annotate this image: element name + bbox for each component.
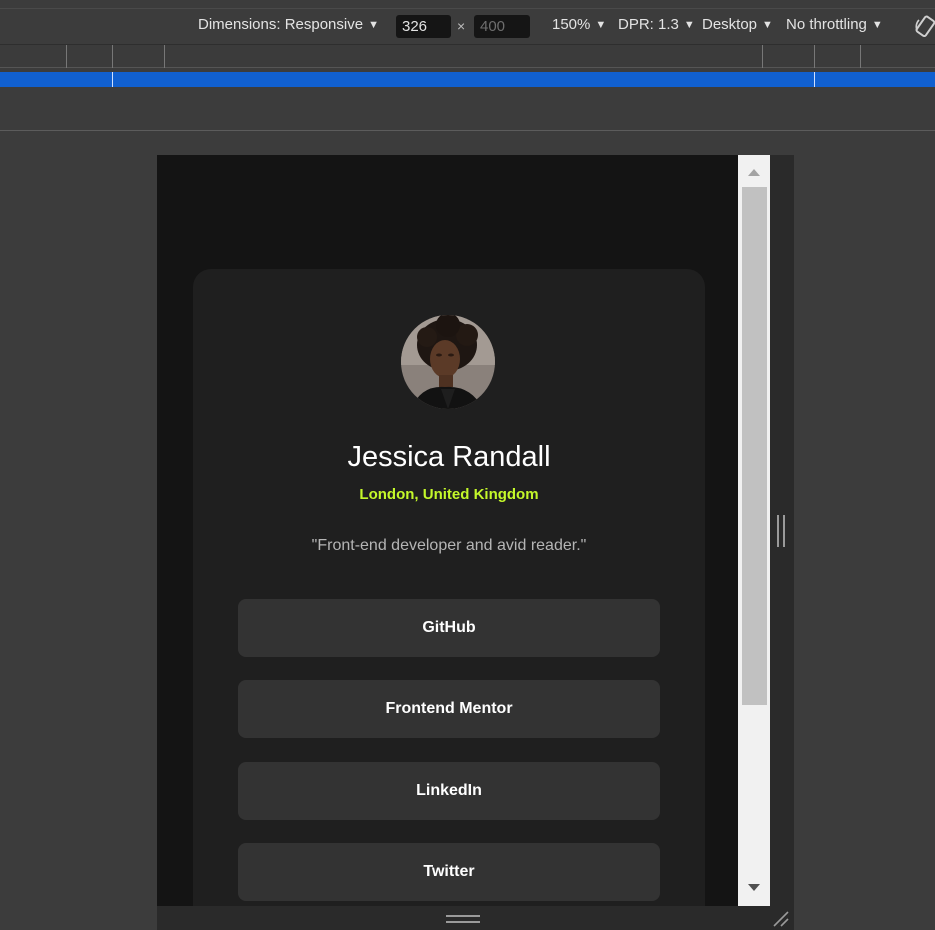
scrollbar-thumb[interactable] [742, 187, 767, 705]
media-query-divider [112, 45, 113, 68]
grip-icon [446, 915, 480, 923]
avatar-photo-icon [401, 315, 495, 409]
device-toolbar: Dimensions: Responsive ▼ 326 × 400 150% ▼ … [0, 0, 935, 44]
device-type-label: Desktop [702, 16, 758, 33]
vertical-scrollbar[interactable] [738, 155, 770, 906]
times-sign: × [457, 18, 466, 34]
scroll-down-arrow-icon[interactable] [748, 884, 760, 891]
grip-icon [777, 515, 785, 547]
media-query-range-bar[interactable] [0, 72, 935, 87]
avatar [401, 315, 495, 409]
profile-location: London, United Kingdom [359, 486, 539, 503]
media-query-divider [66, 45, 67, 68]
linkedin-link-button[interactable]: LinkedIn [238, 762, 660, 820]
corner-resize-icon[interactable] [772, 910, 790, 928]
media-query-divider [164, 45, 165, 68]
height-input[interactable]: 400 [474, 15, 530, 38]
media-query-divider [762, 45, 763, 68]
dimensions-dropdown[interactable]: Dimensions: Responsive ▼ [198, 16, 379, 33]
device-type-dropdown[interactable]: Desktop ▼ [702, 16, 773, 33]
width-input[interactable]: 326 [396, 15, 451, 38]
media-query-divider [860, 45, 861, 68]
frontend-mentor-link-button[interactable]: Frontend Mentor [238, 680, 660, 738]
emulated-viewport: Jessica Randall London, United Kingdom "… [157, 155, 738, 906]
github-link-button[interactable]: GitHub [238, 599, 660, 657]
zoom-dropdown[interactable]: 150% ▼ [552, 16, 606, 33]
profile-card: Jessica Randall London, United Kingdom "… [193, 269, 705, 906]
dpr-label: DPR: 1.3 [618, 16, 679, 33]
toolbar-divider [0, 8, 935, 9]
zoom-label: 150% [552, 16, 591, 33]
chevron-down-icon: ▼ [871, 19, 883, 31]
dimensions-label: Dimensions: Responsive [198, 16, 364, 33]
right-resize-handle[interactable] [770, 155, 794, 906]
rotate-icon[interactable] [914, 14, 935, 40]
throttling-dropdown[interactable]: No throttling ▼ [786, 16, 883, 33]
bottom-resize-handle[interactable] [157, 906, 794, 930]
ruler-area [0, 87, 935, 131]
chevron-down-icon: ▼ [595, 19, 607, 31]
media-query-divider [814, 45, 815, 68]
media-query-tick [814, 72, 815, 87]
media-query-bar[interactable] [0, 44, 935, 68]
profile-bio: "Front-end developer and avid reader." [311, 537, 587, 554]
profile-name: Jessica Randall [347, 441, 551, 473]
chevron-down-icon: ▼ [683, 19, 695, 31]
chevron-down-icon: ▼ [368, 19, 379, 31]
chevron-down-icon: ▼ [762, 19, 773, 31]
twitter-link-button[interactable]: Twitter [238, 843, 660, 901]
scroll-up-arrow-icon[interactable] [748, 169, 760, 176]
throttling-label: No throttling [786, 16, 867, 33]
dpr-dropdown[interactable]: DPR: 1.3 ▼ [618, 16, 695, 33]
media-query-tick [112, 72, 113, 87]
